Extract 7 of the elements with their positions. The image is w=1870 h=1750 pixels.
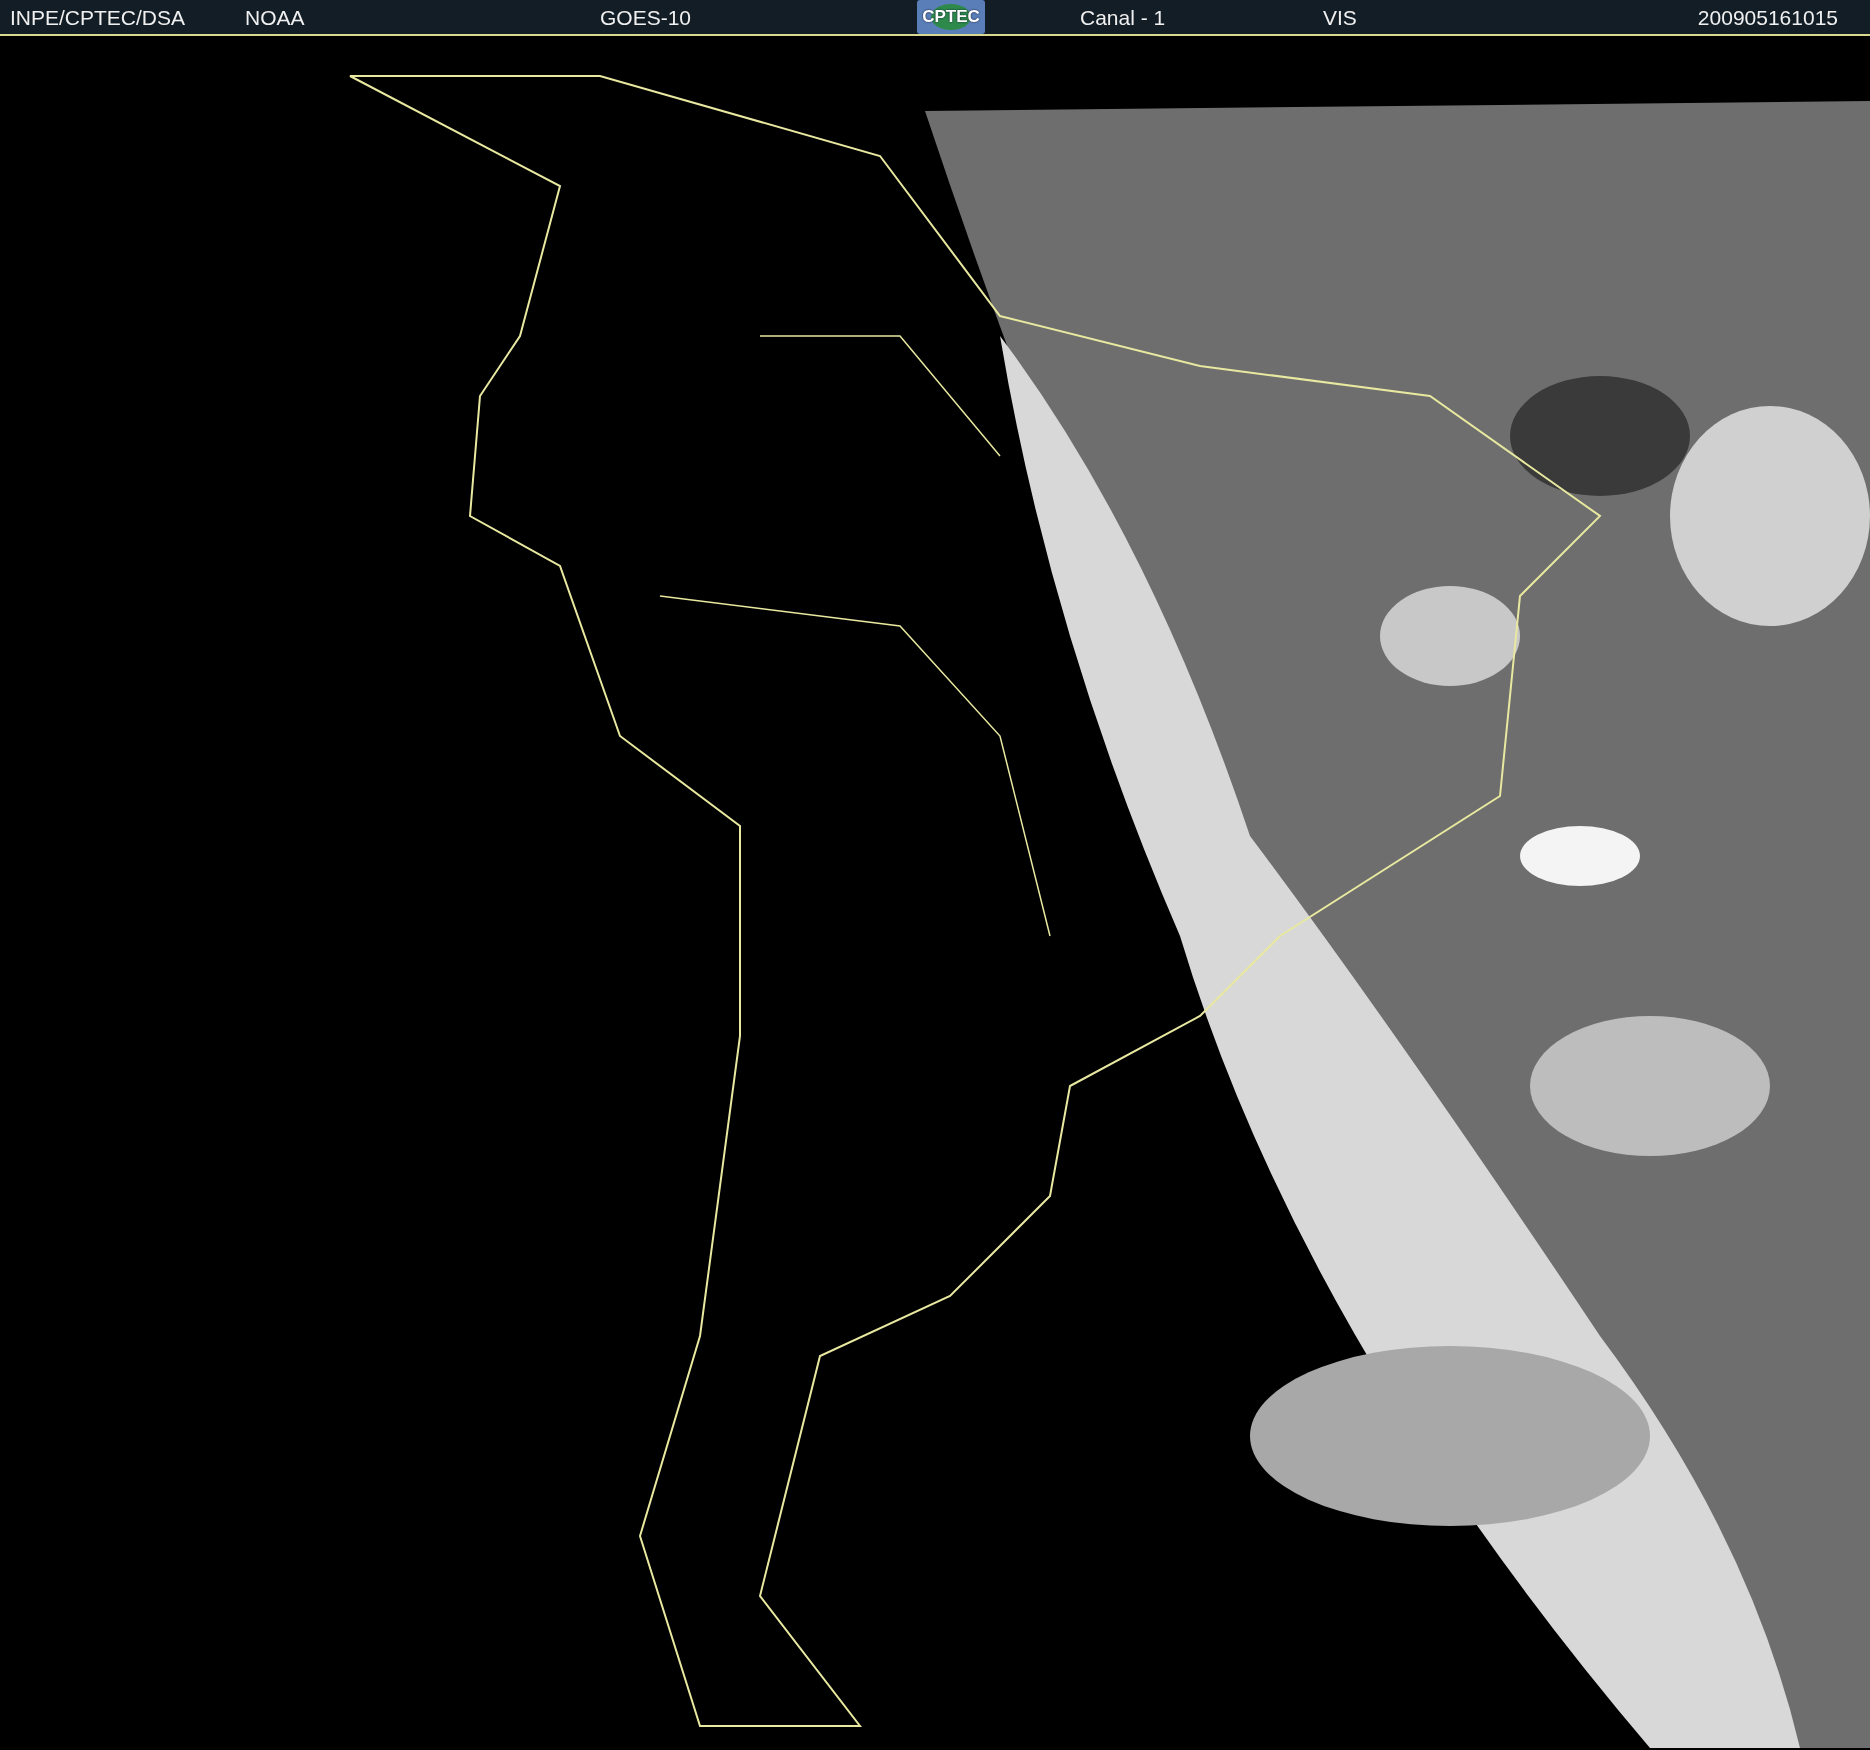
logo: CPTEC [917, 0, 985, 34]
header-label: NOAA [245, 6, 305, 28]
header-label: GOES-10 [600, 6, 692, 28]
header-label: VIS [1323, 6, 1357, 28]
header-label: INPE/CPTEC/DSA [10, 6, 186, 28]
header-label: Canal - 1 [1080, 6, 1166, 28]
header-label: 200905161015 [1697, 6, 1838, 28]
